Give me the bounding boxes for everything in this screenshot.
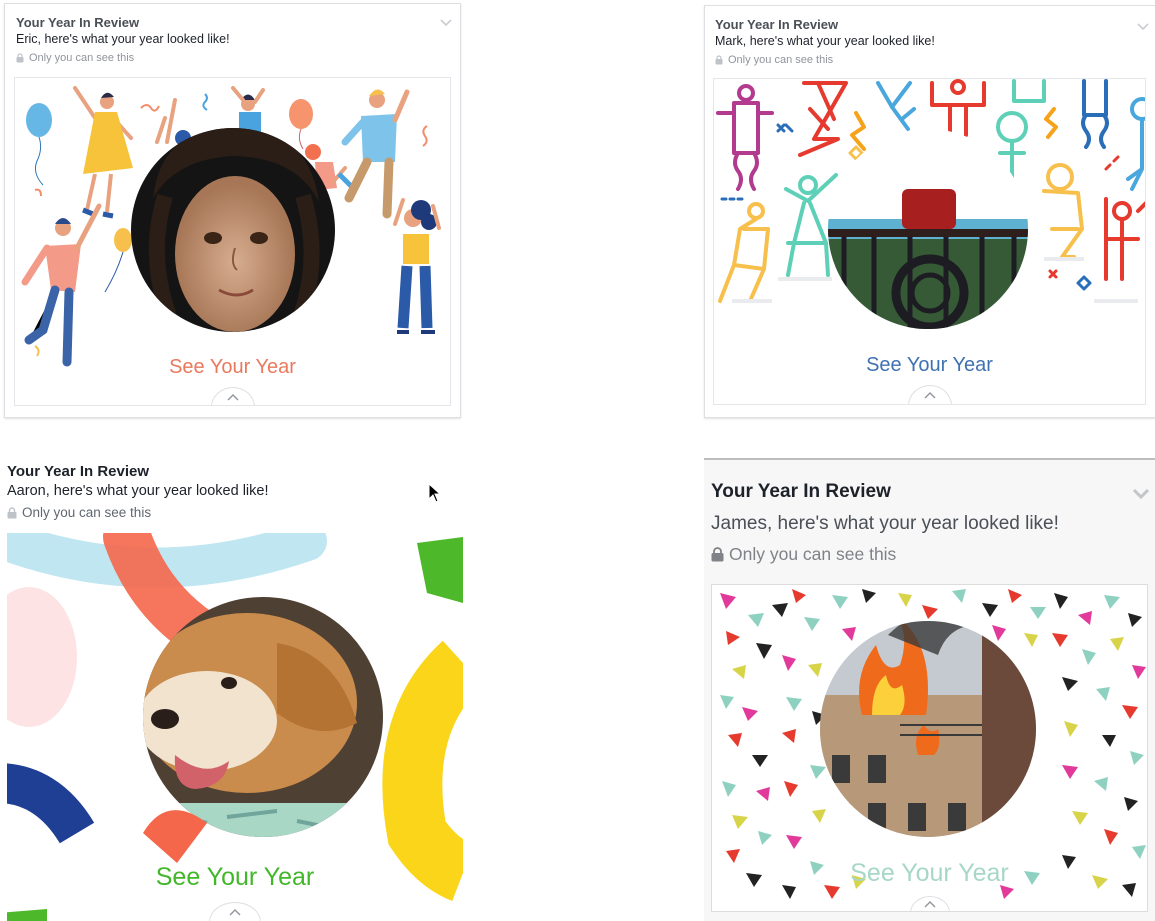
privacy-note: Only you can see this xyxy=(711,544,896,565)
year-review-card-aaron: Your Year In Review Aaron, here's what y… xyxy=(0,455,463,921)
privacy-note: Only you can see this xyxy=(7,505,151,520)
options-chevron[interactable] xyxy=(1137,18,1149,36)
privacy-note: Only you can see this xyxy=(16,52,134,64)
privacy-note: Only you can see this xyxy=(715,54,833,66)
chevron-up-icon xyxy=(924,901,935,908)
chevron-up-icon xyxy=(229,909,241,916)
year-review-card-mark: Your Year In Review Mark, here's what yo… xyxy=(704,5,1155,418)
privacy-label: Only you can see this xyxy=(22,505,152,520)
options-chevron[interactable] xyxy=(440,14,452,32)
year-review-banner[interactable]: See Your Year xyxy=(7,533,463,921)
card-subtitle: Aaron, here's what your year looked like… xyxy=(7,483,269,499)
options-chevron[interactable] xyxy=(1132,486,1150,504)
mouse-pointer-icon xyxy=(428,483,442,503)
year-review-card-eric: Your Year In Review Eric, here's what yo… xyxy=(4,3,461,418)
card-subtitle: Mark, here's what your year looked like! xyxy=(715,34,935,48)
see-your-year-link[interactable]: See Your Year xyxy=(15,356,450,379)
card-title: Your Year In Review xyxy=(7,463,150,480)
year-review-banner[interactable]: See Your Year xyxy=(14,77,451,406)
see-your-year-link[interactable]: See Your Year xyxy=(712,859,1147,888)
lock-icon xyxy=(715,55,723,65)
see-your-year-link[interactable]: See Your Year xyxy=(7,863,463,892)
year-review-card-james: Your Year In Review James, here's what y… xyxy=(704,458,1155,921)
year-review-banner[interactable]: See Your Year xyxy=(713,78,1146,405)
lock-icon xyxy=(711,547,724,562)
privacy-label: Only you can see this xyxy=(29,52,135,64)
card-subtitle: James, here's what your year looked like… xyxy=(711,513,1059,534)
chevron-down-icon xyxy=(1132,488,1150,500)
see-your-year-link[interactable]: See Your Year xyxy=(714,354,1145,377)
privacy-label: Only you can see this xyxy=(728,54,834,66)
chevron-down-icon xyxy=(440,19,452,27)
card-title: Your Year In Review xyxy=(715,17,839,32)
chevron-up-icon xyxy=(227,394,238,401)
card-subtitle: Eric, here's what your year looked like! xyxy=(16,32,230,46)
card-title: Your Year In Review xyxy=(16,15,140,30)
year-review-banner[interactable]: See Your Year xyxy=(711,584,1148,912)
chevron-up-icon xyxy=(924,392,935,399)
privacy-label: Only you can see this xyxy=(729,544,897,564)
lock-icon xyxy=(7,506,17,518)
card-title: Your Year In Review xyxy=(711,481,891,502)
lock-icon xyxy=(16,53,24,63)
chevron-down-icon xyxy=(1137,23,1149,31)
